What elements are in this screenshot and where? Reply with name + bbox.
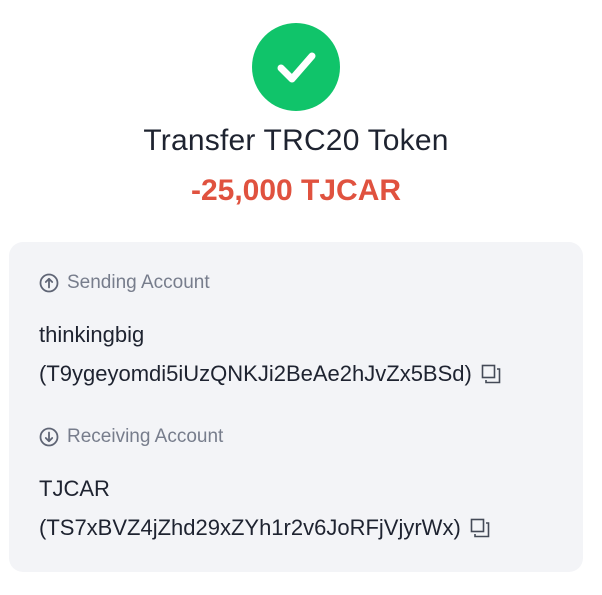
receiving-account-label-text: Receiving Account — [67, 426, 224, 447]
sending-account-address: (T9ygeyomdi5iUzQNKJi2BeAe2hJvZx5BSd) — [39, 361, 472, 386]
receiving-account-address-row: (TS7xBVZ4jZhd29xZYh1r2v6JoRFjVjyrWx) — [39, 515, 491, 541]
account-details-card: Sending Account thinkingbig (T9ygeyomdi5… — [9, 242, 583, 572]
sending-account-label-text: Sending Account — [67, 272, 210, 293]
arrow-up-circle-icon — [39, 273, 59, 293]
check-icon — [277, 52, 316, 83]
sending-account-name: thinkingbig — [39, 322, 145, 347]
sending-account-label: Sending Account — [39, 272, 210, 294]
copy-icon[interactable] — [480, 363, 502, 385]
sending-account-address-row: (T9ygeyomdi5iUzQNKJi2BeAe2hJvZx5BSd) — [39, 361, 502, 387]
receiving-account-name: TJCAR — [39, 476, 110, 501]
page-title: Transfer TRC20 Token — [143, 124, 449, 157]
transfer-amount: -25,000 TJCAR — [190, 174, 402, 207]
copy-icon[interactable] — [469, 517, 491, 539]
arrow-down-circle-icon — [39, 427, 59, 447]
success-check-icon — [252, 23, 340, 111]
receiving-account-address: (TS7xBVZ4jZhd29xZYh1r2v6JoRFjVjyrWx) — [39, 515, 461, 540]
receiving-account-label: Receiving Account — [39, 426, 223, 448]
